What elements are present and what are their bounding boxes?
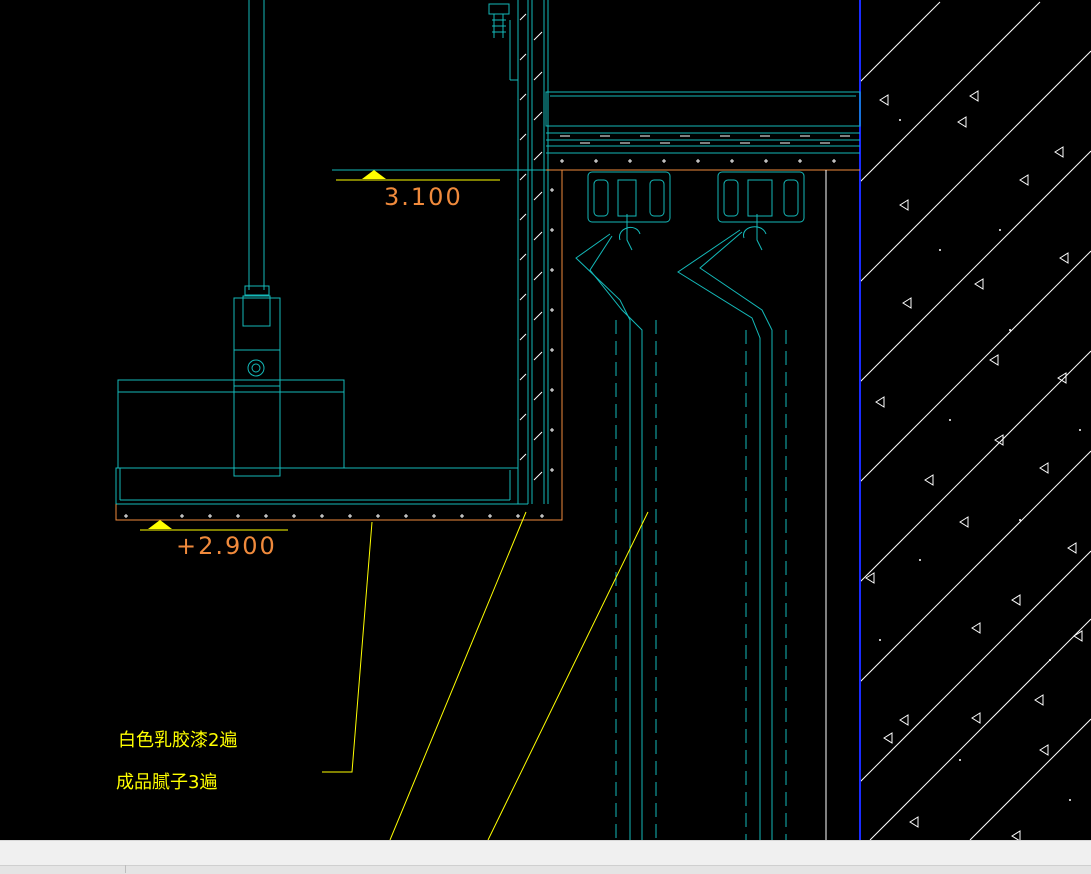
level-marker-lower <box>140 520 288 531</box>
annotation-note-line1: 白色乳胶漆2遍 <box>118 730 237 751</box>
curtain-track-left <box>575 171 671 840</box>
leader-lines <box>322 511 649 840</box>
board-filler-hatch <box>519 13 554 481</box>
level-label-lower: +2.900 <box>176 532 277 560</box>
concrete-wall <box>859 0 1091 840</box>
status-bar <box>0 840 1091 874</box>
curtain-track-right <box>677 171 805 840</box>
main-keel <box>115 379 519 505</box>
suspension-rod <box>233 0 281 477</box>
ceiling-detail-drawing: 3.100 +2.900 白色乳胶漆2遍 成品腻子3遍 <box>115 0 1091 840</box>
status-strip <box>0 865 1091 874</box>
level-label-upper: 3.100 <box>384 183 463 211</box>
curtain-box-top-board <box>545 91 861 171</box>
level-marker-upper <box>332 169 546 181</box>
curtain-box-vertical-board <box>488 0 549 504</box>
cad-drawing-viewport[interactable]: 3.100 +2.900 白色乳胶漆2遍 成品腻子3遍 <box>0 0 1091 840</box>
annotation-note-line2: 成品腻子3遍 <box>116 772 217 793</box>
